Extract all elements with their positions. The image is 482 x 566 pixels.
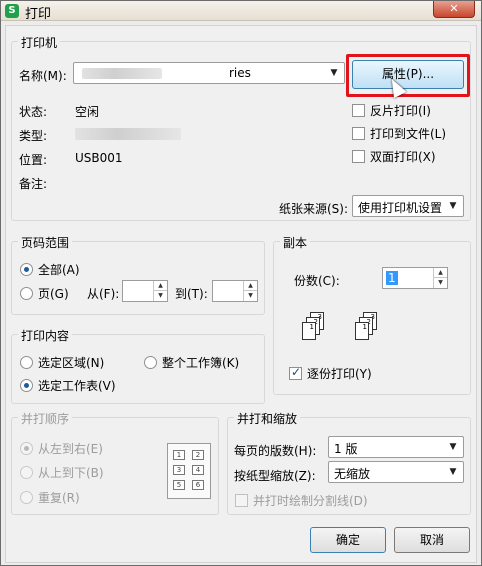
- repeat-radio[interactable]: [20, 491, 33, 504]
- cancel-button[interactable]: 取消: [394, 527, 470, 553]
- type-label: 类型:: [19, 129, 48, 143]
- close-button[interactable]: ✕: [433, 1, 475, 18]
- pages-per-sheet-value: 1 版: [334, 442, 358, 456]
- scale-to-paper-label: 按纸型缩放(Z):: [234, 469, 316, 483]
- to-page-input[interactable]: ▲ ▼: [212, 280, 258, 302]
- copies-group-title: 副本: [280, 234, 311, 251]
- pages-per-sheet-label: 每页的版数(H):: [234, 444, 317, 458]
- spin-up-icon[interactable]: ▲: [153, 281, 167, 291]
- print-content-group-title: 打印内容: [18, 327, 73, 344]
- chevron-down-icon: ▼: [449, 201, 457, 211]
- merge-zoom-group-title: 并打和缩放: [234, 410, 301, 427]
- order-cell: 3: [173, 465, 185, 475]
- left-to-right-radio[interactable]: [20, 442, 33, 455]
- printer-name-select[interactable]: ries ▼: [73, 62, 345, 84]
- selection-radio[interactable]: [20, 356, 33, 369]
- top-to-bottom-radio[interactable]: [20, 466, 33, 479]
- location-value: USB001: [75, 151, 123, 165]
- spin-up-icon[interactable]: ▲: [433, 268, 447, 278]
- pages-per-sheet-select[interactable]: 1 版 ▼: [328, 436, 464, 458]
- merge-order-group-title: 并打顺序: [18, 410, 73, 427]
- selected-sheets-label[interactable]: 选定工作表(V): [38, 377, 116, 394]
- to-page-label: 到(T):: [175, 287, 208, 301]
- page-range-group: 页码范围: [11, 234, 265, 315]
- wps-app-icon: S: [5, 4, 19, 18]
- from-page-label: 从(F):: [87, 287, 120, 301]
- from-page-input[interactable]: ▲ ▼: [122, 280, 168, 302]
- status-value: 空闲: [75, 105, 100, 119]
- selection-label[interactable]: 选定区域(N): [38, 354, 104, 371]
- order-cell: 1: [173, 450, 185, 460]
- repeat-label[interactable]: 重复(R): [38, 489, 80, 506]
- paper-source-select[interactable]: 使用打印机设置 ▼: [352, 195, 464, 217]
- left-to-right-label[interactable]: 从左到右(E): [38, 440, 103, 457]
- paper-source-value: 使用打印机设置: [358, 201, 443, 215]
- reverse-print-checkbox[interactable]: [352, 104, 365, 117]
- duplex-print-label[interactable]: 双面打印(X): [370, 148, 436, 165]
- page-range-pages-label[interactable]: 页(G): [38, 285, 69, 302]
- page-range-all-radio[interactable]: [20, 263, 33, 276]
- order-cell: 2: [192, 450, 204, 460]
- ok-button[interactable]: 确定: [310, 527, 386, 553]
- scale-to-paper-value: 无缩放: [334, 467, 371, 481]
- reverse-print-label[interactable]: 反片打印(I): [370, 102, 431, 119]
- print-dialog: S 打印 ✕ 打印机 名称(M): ries ▼ 属性(P)... 状态: 空闲…: [0, 0, 482, 566]
- collate-page: 1: [302, 322, 316, 340]
- properties-button[interactable]: 属性(P)...: [352, 60, 464, 89]
- printer-name-value: ries: [229, 66, 251, 80]
- spin-up-icon[interactable]: ▲: [243, 281, 257, 291]
- collate-checkbox[interactable]: [289, 365, 302, 380]
- page-range-pages-radio[interactable]: [20, 287, 33, 300]
- chevron-down-icon: ▼: [330, 68, 338, 78]
- order-diagram: 1 2 3 4 5 6: [167, 443, 211, 499]
- whole-workbook-label[interactable]: 整个工作簿(K): [162, 354, 239, 371]
- collate-page: 1: [355, 322, 369, 340]
- copies-count-input[interactable]: 1 ▲ ▼: [382, 267, 448, 289]
- top-to-bottom-label[interactable]: 从上到下(B): [38, 464, 104, 481]
- comment-label: 备注:: [19, 177, 48, 191]
- print-to-file-checkbox[interactable]: [352, 127, 365, 140]
- order-cell: 5: [173, 480, 185, 490]
- duplex-print-checkbox[interactable]: [352, 150, 365, 163]
- draw-dividers-label[interactable]: 并打时绘制分割线(D): [253, 492, 368, 509]
- location-label: 位置:: [19, 153, 48, 167]
- copies-count-value: 1: [386, 271, 398, 285]
- chevron-down-icon: ▼: [449, 442, 457, 452]
- spin-down-icon[interactable]: ▼: [153, 291, 167, 301]
- redacted-printer-type: [75, 128, 181, 140]
- copies-count-label: 份数(C):: [294, 274, 340, 288]
- window-title: 打印: [25, 7, 52, 22]
- collate-label[interactable]: 逐份打印(Y): [307, 365, 372, 382]
- printer-group-title: 打印机: [18, 34, 61, 51]
- page-range-all-label[interactable]: 全部(A): [38, 261, 80, 278]
- draw-dividers-checkbox[interactable]: [235, 494, 248, 507]
- title-bar[interactable]: S 打印 ✕: [1, 1, 481, 22]
- scale-to-paper-select[interactable]: 无缩放 ▼: [328, 461, 464, 483]
- whole-workbook-radio[interactable]: [144, 356, 157, 369]
- chevron-down-icon: ▼: [449, 467, 457, 477]
- order-cell: 4: [192, 465, 204, 475]
- status-label: 状态:: [19, 105, 48, 119]
- spin-down-icon[interactable]: ▼: [433, 278, 447, 288]
- page-range-group-title: 页码范围: [18, 234, 73, 251]
- print-to-file-label[interactable]: 打印到文件(L): [370, 125, 446, 142]
- order-cell: 6: [192, 480, 204, 490]
- printer-name-label: 名称(M):: [19, 69, 67, 83]
- spin-down-icon[interactable]: ▼: [243, 291, 257, 301]
- redacted-printer-name: [82, 68, 162, 79]
- paper-source-label: 纸张来源(S):: [279, 202, 349, 216]
- selected-sheets-radio[interactable]: [20, 379, 33, 392]
